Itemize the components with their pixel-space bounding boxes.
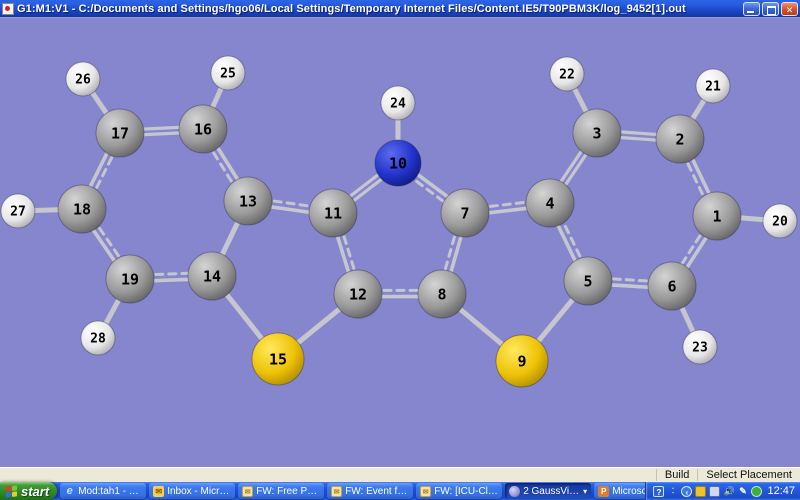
ie-icon: e — [64, 486, 75, 497]
taskbar-button-label: 2 GaussView — [523, 486, 580, 497]
atom-label-25: 25 — [220, 67, 236, 82]
collapse-chevron-icon[interactable]: ‹ — [681, 486, 692, 497]
taskbar-button-1[interactable]: ✉Inbox - Microsoft... — [149, 483, 235, 499]
taskbar-buttons: eMod:tah1 - Che...✉Inbox - Microsoft...✉… — [57, 482, 645, 500]
atom-label-3: 3 — [592, 124, 601, 142]
taskbar-button-3[interactable]: ✉FW: Event for th... — [327, 483, 413, 499]
mail-icon: ✉ — [331, 486, 342, 497]
taskbar-clock[interactable]: 12:47 — [767, 485, 795, 497]
taskbar-button-6[interactable]: PMicrosoft PowerP... — [594, 483, 645, 499]
molecule-svg[interactable]: 1234567891011121314151617181920212223242… — [0, 18, 800, 468]
group-dropdown-icon[interactable]: ▾ — [583, 487, 587, 496]
atom-label-28: 28 — [90, 332, 106, 347]
volume-icon[interactable]: 🔊 — [723, 486, 734, 497]
atom-label-4: 4 — [545, 194, 554, 212]
atom-label-26: 26 — [75, 73, 91, 88]
atom-label-2: 2 — [675, 130, 684, 148]
mail-icon: ✉ — [420, 486, 431, 497]
atom-label-6: 6 — [667, 277, 676, 295]
taskbar-button-0[interactable]: eMod:tah1 - Che... — [60, 483, 146, 499]
minimize-button[interactable] — [743, 2, 760, 16]
atom-label-8: 8 — [437, 285, 446, 303]
system-tray: ?⁚‹ 🔊✎ 12:47 — [645, 482, 800, 500]
mail-icon: ✉ — [242, 486, 253, 497]
atom-label-21: 21 — [705, 80, 721, 95]
atom-label-27: 27 — [10, 205, 26, 220]
taskbar-button-label: Microsoft PowerP... — [612, 486, 645, 497]
atom-label-18: 18 — [73, 200, 91, 218]
taskbar-button-label: Mod:tah1 - Che... — [78, 486, 142, 497]
atom-label-15: 15 — [269, 350, 287, 368]
taskbar-button-label: FW: [ICU-Club-C... — [434, 486, 498, 497]
display-icon[interactable] — [709, 486, 720, 497]
atom-label-16: 16 — [194, 120, 212, 138]
atom-label-5: 5 — [583, 272, 592, 290]
atom-label-7: 7 — [460, 204, 469, 222]
close-button[interactable] — [781, 2, 798, 16]
outlook-icon: ✉ — [153, 486, 164, 497]
atom-label-10: 10 — [389, 154, 407, 172]
start-button[interactable]: start — [0, 482, 57, 500]
taskbar-button-label: FW: Free Publicit... — [256, 486, 320, 497]
restore-button[interactable] — [762, 2, 779, 16]
atom-label-19: 19 — [121, 270, 139, 288]
atom-label-1: 1 — [712, 207, 721, 225]
help-icon[interactable]: ? — [653, 486, 664, 497]
lock-icon[interactable] — [695, 486, 706, 497]
molecule-viewport[interactable]: 1234567891011121314151617181920212223242… — [0, 17, 800, 467]
atom-label-13: 13 — [239, 192, 257, 210]
title-bar: G1:M1:V1 - C:/Documents and Settings/hgo… — [0, 0, 800, 17]
taskbar-button-4[interactable]: ✉FW: [ICU-Club-C... — [416, 483, 502, 499]
dots-icon[interactable]: ⁚ — [667, 486, 678, 497]
gaussview-icon — [509, 486, 520, 497]
window-title: G1:M1:V1 - C:/Documents and Settings/hgo… — [17, 3, 740, 15]
taskbar-button-label: FW: Event for th... — [345, 486, 409, 497]
status-placement: Select Placement — [697, 469, 800, 481]
windows-flag-icon — [6, 485, 17, 497]
atom-label-9: 9 — [517, 352, 526, 370]
powerpoint-icon: P — [598, 486, 609, 497]
taskbar-button-5[interactable]: 2 GaussView▾ — [505, 483, 591, 499]
pen-icon[interactable]: ✎ — [737, 486, 748, 497]
atom-label-20: 20 — [772, 215, 788, 230]
gaussview-app-icon — [2, 3, 14, 15]
taskbar-button-label: Inbox - Microsoft... — [167, 486, 231, 497]
atom-label-22: 22 — [559, 68, 575, 83]
atom-label-24: 24 — [390, 97, 406, 112]
status-mode: Build — [656, 469, 697, 481]
taskbar-button-2[interactable]: ✉FW: Free Publicit... — [238, 483, 324, 499]
atom-label-12: 12 — [349, 285, 367, 303]
atom-label-23: 23 — [692, 341, 708, 356]
status-bar: Build Select Placement — [0, 467, 800, 482]
shield-icon[interactable] — [751, 486, 762, 497]
taskbar: start eMod:tah1 - Che...✉Inbox - Microso… — [0, 482, 800, 500]
atom-label-14: 14 — [203, 267, 221, 285]
start-label: start — [21, 484, 49, 499]
atom-label-17: 17 — [111, 124, 129, 142]
atom-label-11: 11 — [324, 204, 342, 222]
